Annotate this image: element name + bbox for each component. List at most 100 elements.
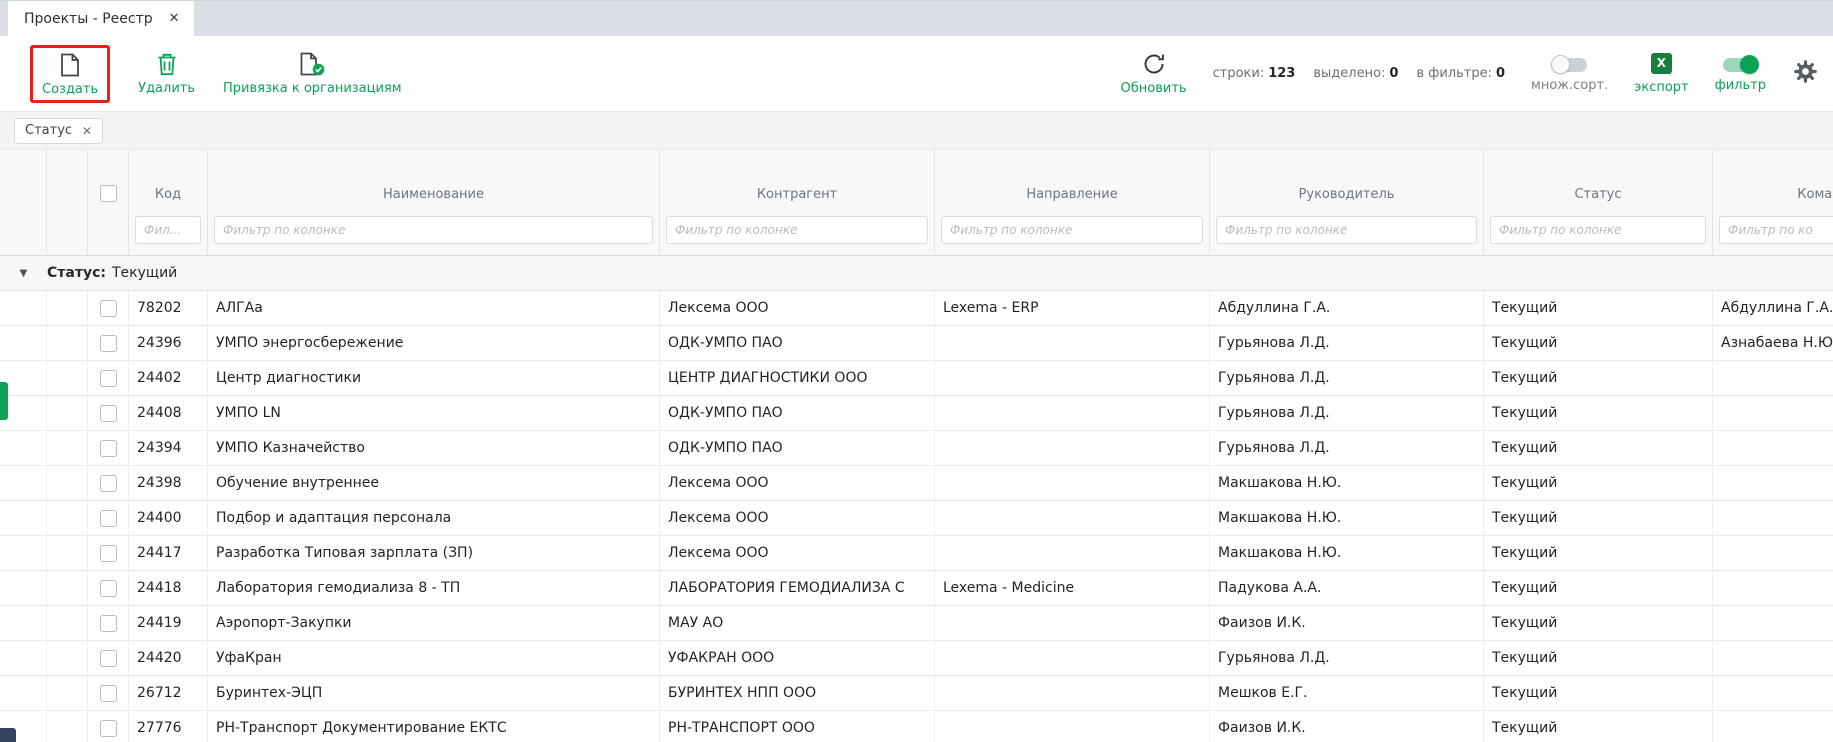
cell-status: Текущий xyxy=(1484,431,1713,465)
cell-team: Азнабаева Н.Ю. xyxy=(1713,326,1833,360)
refresh-button[interactable]: Обновить xyxy=(1121,51,1187,96)
column-header-name[interactable]: Наименование xyxy=(208,150,660,214)
cell-team xyxy=(1713,501,1833,535)
column-header-counterparty[interactable]: Контрагент xyxy=(660,150,935,214)
cell-code: 78202 xyxy=(129,291,208,325)
collapse-caret-icon[interactable]: ▼ xyxy=(0,268,47,279)
table-row[interactable]: 24400Подбор и адаптация персоналаЛексема… xyxy=(0,501,1833,536)
table-row[interactable]: 27776РН-Транспорт Документирование ЕКТСР… xyxy=(0,711,1833,742)
tab-projects-registry[interactable]: Проекты - Реестр ✕ xyxy=(8,1,194,36)
cell-direction xyxy=(935,396,1210,430)
cell-manager: Падукова А.А. xyxy=(1210,571,1484,605)
column-header-code[interactable]: Код xyxy=(129,150,208,214)
filter-chip-close-icon[interactable]: ✕ xyxy=(82,124,92,138)
column-header-team[interactable]: Команда xyxy=(1713,150,1833,214)
filter-cell-status xyxy=(1484,214,1713,255)
column-filter-status[interactable] xyxy=(1490,216,1706,244)
cell-team: Абдуллина Г.А. xyxy=(1713,291,1833,325)
filter-cell-code xyxy=(129,214,208,255)
cell-status: Текущий xyxy=(1484,641,1713,675)
rows-count-label: строки: xyxy=(1213,66,1265,81)
cell-code: 27776 xyxy=(129,711,208,742)
side-panel-indicator[interactable] xyxy=(0,382,8,420)
tab-bar: Проекты - Реестр ✕ xyxy=(0,0,1833,36)
row-checkbox[interactable] xyxy=(100,615,117,632)
column-filter-team[interactable] xyxy=(1719,216,1833,244)
export-button[interactable]: X экспорт xyxy=(1634,53,1688,95)
link-organizations-label: Привязка к организациям xyxy=(223,81,402,96)
grid-header-filters xyxy=(0,214,1833,255)
row-checkbox[interactable] xyxy=(100,510,117,527)
multisort-toggle-switch[interactable] xyxy=(1553,58,1587,72)
cell-manager: Фаизов И.К. xyxy=(1210,711,1484,742)
row-checkbox[interactable] xyxy=(100,580,117,597)
column-filter-code[interactable] xyxy=(135,216,201,244)
row-blank-cell xyxy=(47,536,88,570)
delete-button-label: Удалить xyxy=(138,81,195,96)
table-row[interactable]: 78202АЛГАаЛексема ОООLexema - ERPАбдулли… xyxy=(0,291,1833,326)
table-row[interactable]: 24394УМПО КазначействоОДК-УМПО ПАОГурьян… xyxy=(0,431,1833,466)
cell-manager: Абдуллина Г.А. xyxy=(1210,291,1484,325)
row-checkbox[interactable] xyxy=(100,545,117,562)
table-row[interactable]: 24419Аэропорт-ЗакупкиМАУ АОФаизов И.К.Те… xyxy=(0,606,1833,641)
column-header-manager[interactable]: Руководитель xyxy=(1210,150,1484,214)
cell-team xyxy=(1713,536,1833,570)
annotation-highlight: Создать xyxy=(30,45,110,103)
cell-name: УМПО LN xyxy=(208,396,660,430)
row-blank-cell xyxy=(47,711,88,742)
cell-name: АЛГАа xyxy=(208,291,660,325)
table-row[interactable]: 24398Обучение внутреннееЛексема ОООМакша… xyxy=(0,466,1833,501)
table-row[interactable]: 26712Буринтех-ЭЦПБУРИНТЕХ НПП ОООМешков … xyxy=(0,676,1833,711)
multisort-toggle[interactable]: множ.сорт. xyxy=(1531,55,1608,93)
column-filter-manager[interactable] xyxy=(1216,216,1477,244)
cell-counterparty: БУРИНТЕХ НПП ООО xyxy=(660,676,935,710)
row-checkbox[interactable] xyxy=(100,650,117,667)
column-filter-counterparty[interactable] xyxy=(666,216,928,244)
gear-icon xyxy=(1792,58,1819,89)
cell-code: 24418 xyxy=(129,571,208,605)
cell-name: Лаборатория гемодиализа 8 - ТП xyxy=(208,571,660,605)
table-row[interactable]: 24402Центр диагностикиЦЕНТР ДИАГНОСТИКИ … xyxy=(0,361,1833,396)
filter-chip-status[interactable]: Статус ✕ xyxy=(14,118,103,144)
table-row[interactable]: 24420УфаКранУФАКРАН ОООГурьянова Л.Д.Тек… xyxy=(0,641,1833,676)
row-expander-cell xyxy=(0,641,47,675)
column-header-status[interactable]: Статус xyxy=(1484,150,1713,214)
filter-toggle[interactable]: фильтр xyxy=(1715,55,1766,93)
delete-button[interactable]: Удалить xyxy=(138,51,195,96)
row-checkbox[interactable] xyxy=(100,685,117,702)
tab-close-icon[interactable]: ✕ xyxy=(169,11,180,26)
column-filter-direction[interactable] xyxy=(941,216,1203,244)
select-all-checkbox[interactable] xyxy=(100,185,117,202)
table-row[interactable]: 24396УМПО энергосбережениеОДК-УМПО ПАОГу… xyxy=(0,326,1833,361)
trash-icon xyxy=(157,51,177,77)
cell-direction xyxy=(935,361,1210,395)
filter-cell-team xyxy=(1713,214,1833,255)
cell-name: Буринтех-ЭЦП xyxy=(208,676,660,710)
filter-toggle-switch[interactable] xyxy=(1723,58,1757,72)
table-row[interactable]: 24418Лаборатория гемодиализа 8 - ТПЛАБОР… xyxy=(0,571,1833,606)
cell-name: Разработка Типовая зарплата (ЗП) xyxy=(208,536,660,570)
row-checkbox[interactable] xyxy=(100,720,117,737)
column-filter-name[interactable] xyxy=(214,216,653,244)
table-row[interactable]: 24408УМПО LNОДК-УМПО ПАОГурьянова Л.Д.Те… xyxy=(0,396,1833,431)
excel-export-icon: X xyxy=(1651,53,1672,74)
row-checkbox[interactable] xyxy=(100,300,117,317)
column-header-direction[interactable]: Направление xyxy=(935,150,1210,214)
group-row-label: Статус: xyxy=(47,265,106,281)
row-checkbox[interactable] xyxy=(100,335,117,352)
create-button[interactable]: Создать xyxy=(42,52,98,97)
table-row[interactable]: 24417Разработка Типовая зарплата (ЗП)Лек… xyxy=(0,536,1833,571)
corner-marker[interactable] xyxy=(0,728,16,742)
row-checkbox-cell xyxy=(88,501,129,535)
cell-code: 24417 xyxy=(129,536,208,570)
settings-button[interactable] xyxy=(1792,58,1819,89)
row-checkbox[interactable] xyxy=(100,370,117,387)
link-organizations-button[interactable]: Привязка к организациям xyxy=(223,51,402,96)
row-checkbox[interactable] xyxy=(100,405,117,422)
group-row-status[interactable]: ▼ Статус: Текущий xyxy=(0,256,1833,291)
row-checkbox[interactable] xyxy=(100,475,117,492)
cell-direction xyxy=(935,326,1210,360)
filter-cell-manager xyxy=(1210,214,1484,255)
row-checkbox[interactable] xyxy=(100,440,117,457)
cell-direction xyxy=(935,711,1210,742)
